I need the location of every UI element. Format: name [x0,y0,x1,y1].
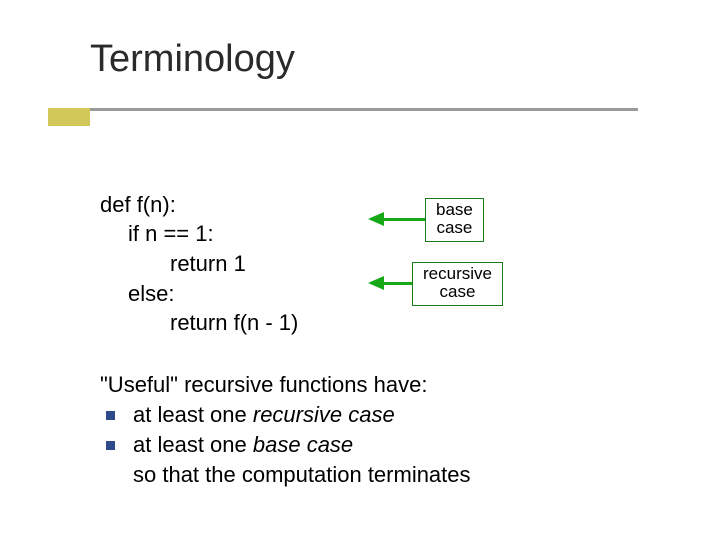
arrow-line-base [384,218,425,221]
bullet-list: at least one recursive case at least one… [100,400,395,459]
title-underline [48,108,638,111]
annotation-base-line1: base [436,201,473,219]
slide: Terminology def f(n): if n == 1: return … [0,0,720,540]
annotation-recursive-case: recursive case [412,262,503,306]
title-accent-tab [48,108,90,126]
bullet-icon [106,411,115,420]
arrow-head-icon [368,276,384,290]
bullet-2-em: base case [253,432,353,457]
annotation-rec-line2: case [423,283,492,301]
title-wrap: Terminology [90,38,295,81]
code-line-4: else: [100,279,174,309]
bullet-1-em: recursive case [253,402,395,427]
bullet-icon [106,441,115,450]
bullet-1-text: at least one recursive case [133,400,395,430]
bullet-2-text: at least one base case [133,430,353,460]
arrow-head-icon [368,212,384,226]
bullet-2-pre: at least one [133,432,253,457]
code-line-3: return 1 [100,249,246,279]
annotation-base-line2: case [436,219,473,237]
continuation-text: so that the computation terminates [133,460,471,490]
slide-title: Terminology [90,38,295,81]
annotation-base-case: base case [425,198,484,242]
list-item: at least one base case [100,430,395,460]
bullet-1-pre: at least one [133,402,253,427]
list-item: at least one recursive case [100,400,395,430]
code-line-1: def f(n): [100,192,176,217]
annotation-rec-line1: recursive [423,265,492,283]
code-block: def f(n): if n == 1: return 1 else: retu… [100,160,298,368]
paragraph-lead: "Useful" recursive functions have: [100,370,427,400]
code-line-5: return f(n - 1) [100,308,298,338]
arrow-line-rec [384,282,412,285]
code-line-2: if n == 1: [100,219,214,249]
